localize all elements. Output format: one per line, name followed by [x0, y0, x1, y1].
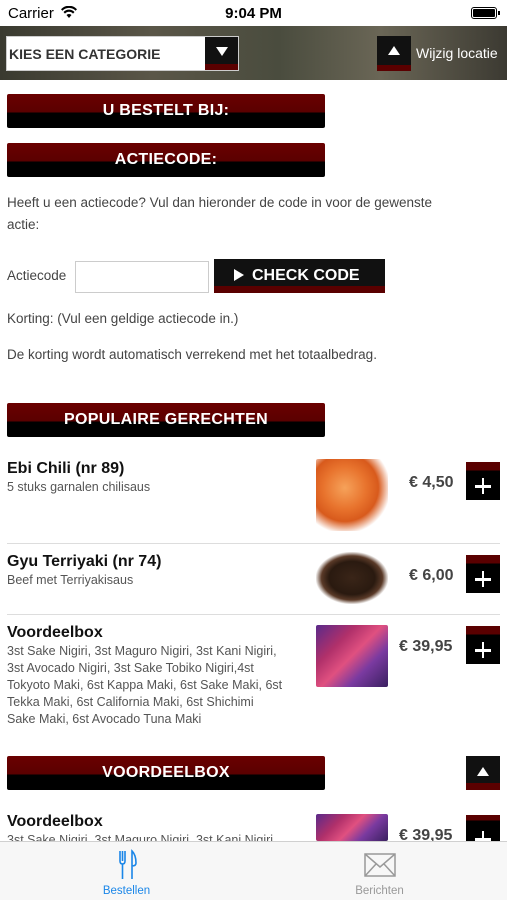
beef-image — [316, 552, 388, 604]
category-dropdown-button[interactable] — [205, 37, 238, 70]
product-description-line: 5 stuks garnalen chilisaus — [7, 480, 151, 494]
add-to-cart-button[interactable] — [466, 815, 500, 847]
product-price: € 6,00 — [409, 567, 454, 584]
location-toggle-button[interactable] — [377, 36, 411, 71]
product-price: € 39,95 — [399, 638, 453, 655]
chevron-up-icon — [388, 46, 400, 55]
voordeelbox-title: VOORDEELBOX — [102, 764, 230, 781]
action-code-intro: Heeft u een actiecode? Vul dan hieronder… — [7, 192, 432, 236]
product-description: 3st Sake Nigiri, 3st Maguro Nigiri, 3st … — [7, 643, 282, 728]
tab-label: Berichten — [355, 885, 404, 897]
category-select[interactable]: KIES EEN CATEGORIE — [6, 36, 239, 71]
action-code-banner: ACTIECODE: — [7, 143, 325, 177]
product-description-line: Tokyoto Maki, 6st Kappa Maki, 6st Sake M… — [7, 678, 283, 692]
popular-dishes-banner: POPULAIRE GERECHTEN — [7, 403, 325, 437]
product-title: Voordeelbox — [7, 624, 103, 641]
chevron-up-icon — [477, 767, 489, 776]
popular-dishes-title: POPULAIRE GERECHTEN — [64, 411, 268, 428]
add-to-cart-button[interactable] — [466, 626, 500, 664]
change-location-link[interactable]: Wijzig locatie — [416, 45, 498, 61]
voordeelbox-banner: VOORDEELBOX — [7, 756, 325, 790]
action-code-title: ACTIECODE: — [114, 151, 218, 168]
product-description-line: Beef met Terriyakisaus — [7, 573, 134, 587]
add-to-cart-button[interactable] — [466, 555, 500, 593]
tab-label: Bestellen — [102, 885, 151, 897]
envelope-icon — [363, 853, 396, 877]
play-icon — [234, 269, 244, 281]
status-bar: Carrier 9:04 PM — [0, 0, 507, 26]
add-to-cart-button[interactable] — [466, 462, 500, 500]
header: KIES EEN CATEGORIE Wijzig locatie — [0, 26, 507, 80]
collapse-section-button[interactable] — [466, 756, 500, 790]
sushi-box-image — [316, 625, 388, 687]
product-description-line: Sake Maki, 6st Avocado Tuna Maki — [7, 712, 202, 726]
product-price: € 4,50 — [409, 474, 454, 491]
product-description: 5 stuks garnalen chilisaus — [7, 479, 150, 496]
shrimp-image — [316, 459, 388, 531]
product-title: Voordeelbox — [7, 813, 103, 830]
divider — [7, 543, 500, 544]
category-select-label: KIES EEN CATEGORIE — [9, 46, 161, 62]
order-at-banner: U BESTELT BIJ: — [7, 94, 325, 128]
action-code-label: Actiecode — [7, 268, 67, 283]
check-code-label: CHECK CODE — [252, 267, 360, 284]
sushi-box-image — [316, 814, 388, 841]
tab-bestellen[interactable]: Bestellen — [0, 842, 253, 900]
action-code-input[interactable] — [75, 261, 209, 293]
battery-icon — [471, 7, 500, 19]
action-code-intro-line: Heeft u een actiecode? Vul dan hieronder… — [7, 195, 433, 210]
action-code-intro-line: actie: — [7, 217, 40, 232]
fork-knife-icon — [118, 849, 137, 879]
check-code-button[interactable]: CHECK CODE — [214, 259, 385, 293]
tab-berichten[interactable]: Berichten — [253, 842, 506, 900]
product-description-line: 3st Sake Nigiri, 3st Maguro Nigiri, 3st … — [7, 644, 277, 658]
discount-text: Korting: (Vul een geldige actiecode in.) — [7, 311, 239, 326]
divider — [7, 614, 500, 615]
product-description: Beef met Terriyakisaus — [7, 572, 133, 589]
chevron-down-icon — [216, 47, 228, 56]
auto-discount-text: De korting wordt automatisch verrekend m… — [7, 347, 377, 362]
product-title: Gyu Terriyaki (nr 74) — [7, 553, 162, 570]
order-at-title: U BESTELT BIJ: — [102, 102, 230, 119]
product-description-line: Tekka Maki, 6st California Maki, 6st Shi… — [7, 695, 254, 709]
clock: 9:04 PM — [225, 5, 282, 22]
product-title: Ebi Chili (nr 89) — [7, 460, 125, 477]
tab-bar: Bestellen Berichten — [0, 841, 507, 900]
product-description-line: 3st Avocado Nigiri, 3st Sake Tobiko Nigi… — [7, 661, 254, 675]
